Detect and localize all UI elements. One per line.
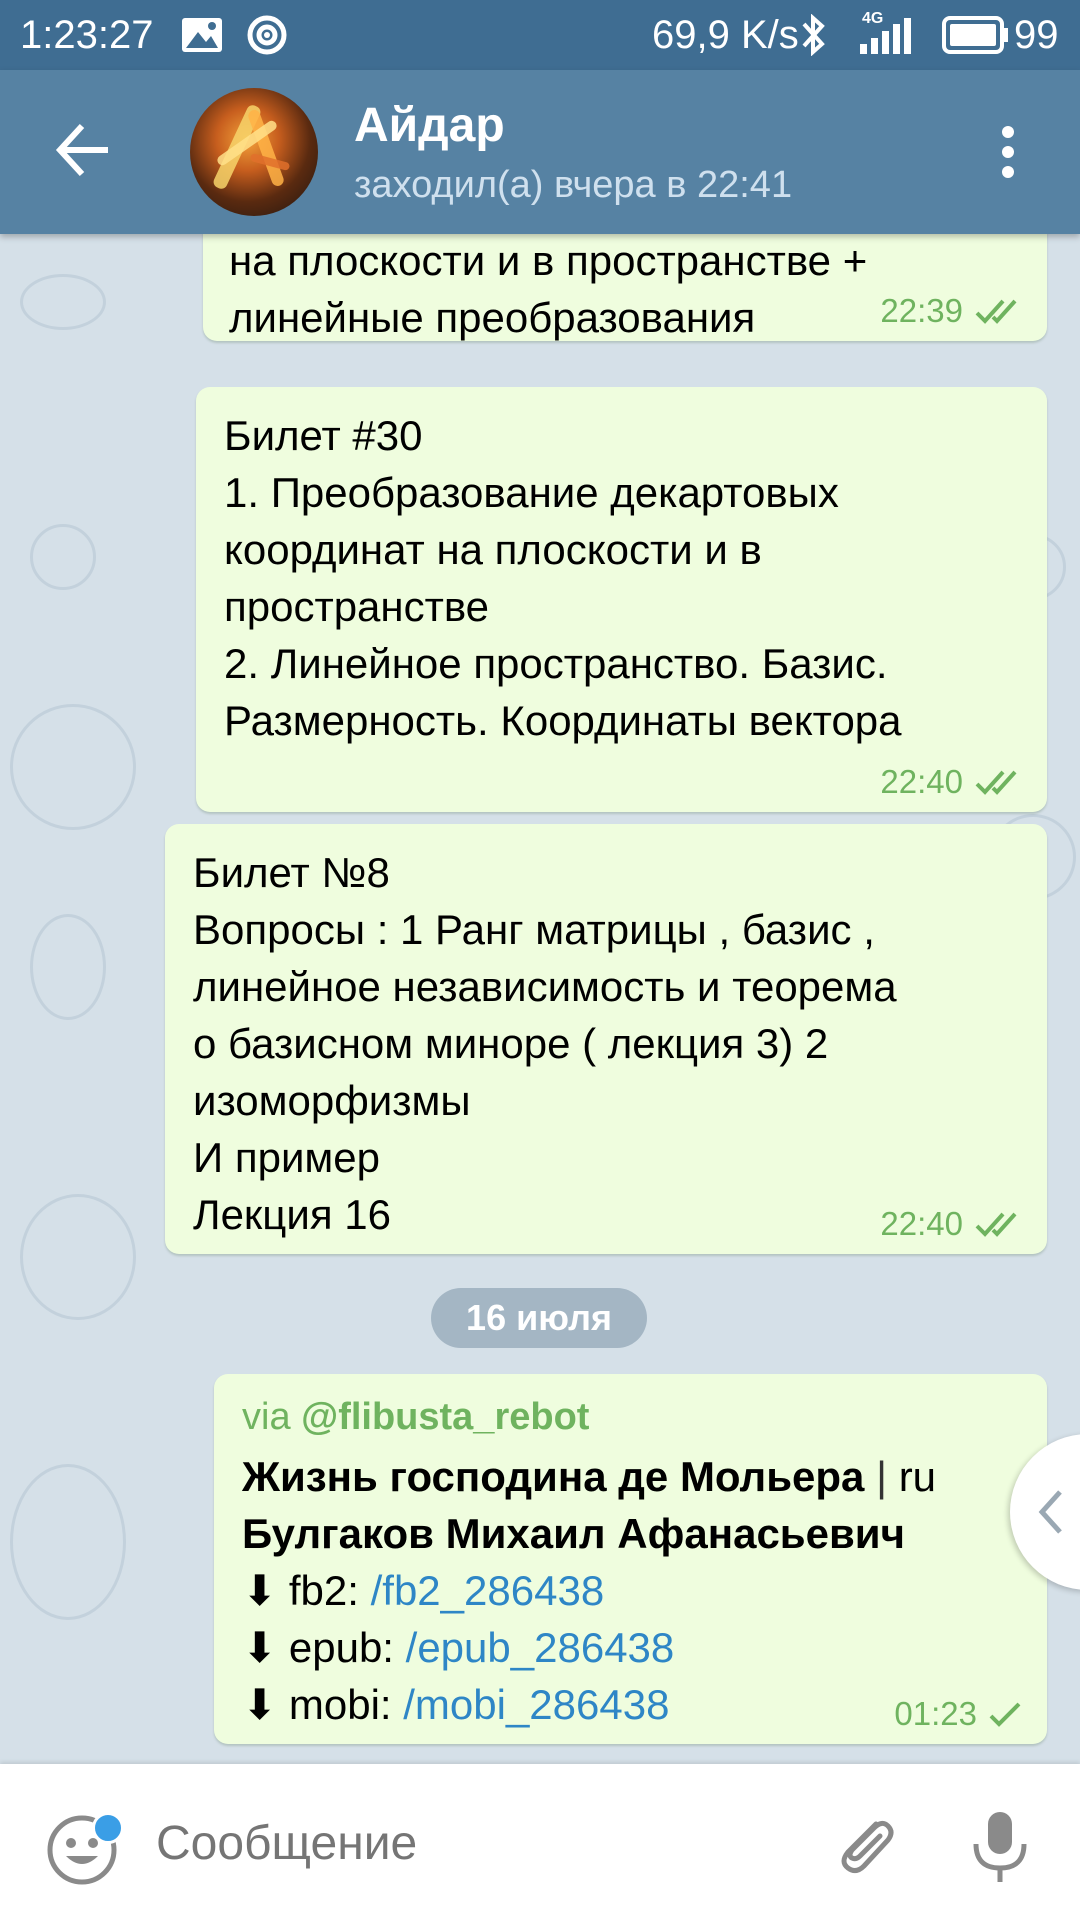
- contact-name[interactable]: Айдар: [354, 98, 505, 154]
- message-text: Билет №8 Вопросы : 1 Ранг матрицы , бази…: [193, 849, 897, 1238]
- message-meta: 22:39: [880, 291, 1023, 331]
- hotspot-icon: [247, 15, 287, 55]
- download-arrow-icon: ⬇: [242, 1624, 278, 1671]
- avatar[interactable]: [190, 88, 318, 216]
- double-check-icon: [975, 770, 1017, 795]
- book-title-line: Жизнь господина де Мольера | ru: [242, 1453, 937, 1500]
- double-check-icon: [975, 1212, 1017, 1237]
- download-arrow-icon: ⬇: [242, 1681, 278, 1728]
- download-format-label: fb2:: [288, 1567, 359, 1614]
- battery-level: 99: [1014, 13, 1059, 57]
- battery-icon: [942, 16, 1008, 54]
- message-meta: 22:40: [880, 762, 1023, 802]
- double-check-icon: [975, 299, 1017, 324]
- date-separator: 16 июля: [431, 1288, 647, 1348]
- message-time: 22:40: [880, 1205, 963, 1242]
- via-bot-label[interactable]: via @flibusta_rebot: [242, 1392, 1021, 1442]
- book-title: Жизнь господина де Мольера: [242, 1453, 865, 1500]
- via-bot-username[interactable]: @flibusta_rebot: [301, 1396, 589, 1438]
- download-row: ⬇ epub: /epub_286438: [242, 1619, 1021, 1676]
- download-row: ⬇ fb2: /fb2_286438: [242, 1562, 1021, 1619]
- message-bubble[interactable]: на плоскости и в пространстве + линейные…: [203, 234, 1047, 341]
- background-doodle: [30, 914, 106, 1020]
- attach-icon[interactable]: [828, 1810, 898, 1880]
- download-link-fb2[interactable]: /fb2_286438: [371, 1567, 605, 1614]
- status-bar: 1:23:27 69,9 K/s 4G 99: [0, 0, 1080, 70]
- message-time: 22:40: [880, 763, 963, 800]
- message-input[interactable]: [156, 1814, 756, 1874]
- single-check-icon: [989, 1702, 1021, 1727]
- message-time: 01:23: [894, 1695, 977, 1732]
- download-link-epub[interactable]: /epub_286438: [406, 1624, 675, 1671]
- back-arrow-icon[interactable]: [52, 118, 116, 182]
- microphone-icon[interactable]: [968, 1810, 1032, 1886]
- message-bubble[interactable]: Билет #30 1. Преобразование декартовых к…: [196, 387, 1047, 812]
- download-format-label: mobi:: [288, 1681, 392, 1728]
- background-doodle: [10, 704, 136, 830]
- more-options-icon[interactable]: [996, 126, 1020, 186]
- network-speed: 69,9 K/s: [652, 13, 799, 57]
- message-bubble[interactable]: Билет №8 Вопросы : 1 Ранг матрицы , бази…: [165, 824, 1047, 1254]
- signal-icon: [860, 18, 911, 54]
- notification-dot: [92, 1812, 124, 1844]
- bluetooth-icon: [802, 14, 825, 56]
- message-meta: 01:23: [894, 1694, 1023, 1734]
- message-list[interactable]: на плоскости и в пространстве + линейные…: [0, 234, 1080, 1764]
- via-prefix: via: [242, 1396, 291, 1438]
- chat-header: Айдар заходил(а) вчера в 22:41: [0, 70, 1080, 234]
- book-language: ru: [898, 1453, 937, 1500]
- message-input-bar: [0, 1764, 1080, 1920]
- contact-last-seen: заходил(а) вчера в 22:41: [354, 164, 793, 206]
- image-notification-icon: [182, 18, 222, 52]
- bot-message-bubble[interactable]: via @flibusta_rebot Жизнь господина де М…: [214, 1374, 1047, 1744]
- download-format-label: epub:: [288, 1624, 394, 1671]
- download-link-mobi[interactable]: /mobi_286438: [403, 1681, 669, 1728]
- chevron-left-icon: [1038, 1490, 1062, 1534]
- background-doodle: [10, 1464, 126, 1620]
- background-doodle: [30, 524, 96, 590]
- message-text: Билет #30 1. Преобразование декартовых к…: [224, 412, 902, 744]
- background-doodle: [20, 1194, 136, 1320]
- book-author: Булгаков Михаил Афанасьевич: [242, 1510, 905, 1557]
- background-doodle: [20, 274, 106, 330]
- status-time: 1:23:27: [20, 13, 154, 57]
- download-arrow-icon: ⬇: [242, 1567, 278, 1614]
- message-meta: 22:40: [880, 1204, 1023, 1244]
- message-time: 22:39: [880, 292, 963, 329]
